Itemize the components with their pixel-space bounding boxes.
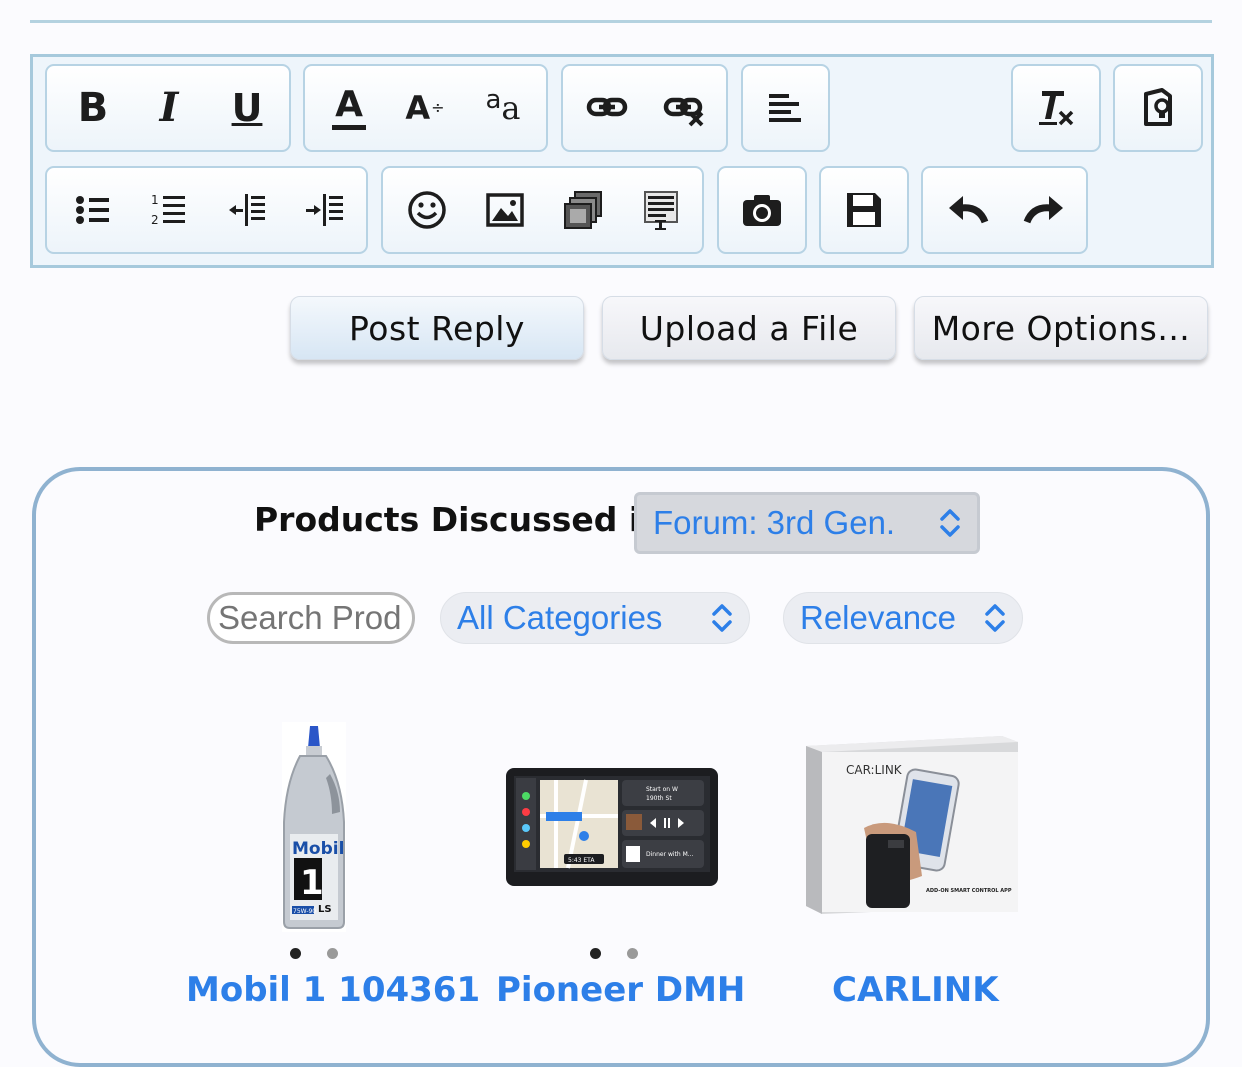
- oil-brand-text: Mobil: [292, 839, 344, 859]
- numbered-list-icon: 1 2: [151, 193, 185, 227]
- oil-viscosity-text: 75W-90: [293, 908, 316, 915]
- products-heading: Products Discussed in: [254, 500, 664, 539]
- smilies-button[interactable]: [397, 180, 457, 240]
- carousel-dot[interactable]: [327, 948, 338, 959]
- save-group: [819, 166, 909, 254]
- outdent-button[interactable]: [217, 180, 277, 240]
- more-options-button[interactable]: More Options...: [914, 296, 1208, 360]
- insert-link-button[interactable]: [577, 78, 637, 138]
- bullet-list-icon: [76, 196, 109, 224]
- smiley-icon: [408, 191, 446, 229]
- carousel-dots: [290, 948, 338, 959]
- camera-icon: [743, 195, 781, 226]
- font-family-button[interactable]: aa: [473, 78, 533, 138]
- nav-direction-text: Start on W: [646, 786, 678, 793]
- toggle-source-button[interactable]: [1128, 78, 1188, 138]
- nav-event-text: Dinner with M...: [646, 851, 694, 858]
- align-left-icon: [769, 94, 801, 122]
- clear-format-group: [1011, 64, 1101, 152]
- numbered-list-button[interactable]: 1 2: [139, 180, 199, 240]
- align-button[interactable]: [755, 78, 815, 138]
- svg-text:1: 1: [151, 193, 159, 207]
- source-group: [1113, 64, 1203, 152]
- product-image-oil-bottle[interactable]: Mobil 1 LS 75W-90: [270, 722, 360, 932]
- italic-button[interactable]: I: [139, 78, 199, 138]
- link-icon: [586, 97, 628, 117]
- link-group: [561, 64, 728, 152]
- post-reply-button[interactable]: Post Reply: [290, 296, 584, 360]
- carlink-tagline-text: ADD-ON SMART CONTROL APP: [926, 888, 1012, 894]
- document-bulb-icon: [1144, 88, 1172, 126]
- svg-text:2: 2: [151, 213, 159, 227]
- insert-text-block-button[interactable]: [631, 180, 691, 240]
- oil-number-text: 1: [300, 863, 324, 903]
- font-size-button[interactable]: A ÷: [395, 78, 455, 138]
- sort-select[interactable]: Relevance: [783, 592, 1023, 644]
- nav-eta-text: 5:43 ETA: [568, 857, 595, 864]
- category-select-value: All Categories: [457, 599, 663, 636]
- bold-button[interactable]: B: [63, 78, 123, 138]
- upload-file-button[interactable]: Upload a File: [602, 296, 896, 360]
- unlink-icon: [663, 97, 704, 127]
- font-color-button[interactable]: A: [319, 78, 379, 138]
- redo-icon: [1023, 196, 1063, 224]
- remove-formatting-button[interactable]: [1026, 78, 1086, 138]
- sort-select-value: Relevance: [800, 599, 956, 636]
- image-icon: [486, 193, 524, 227]
- history-group: [921, 166, 1088, 254]
- list-group: 1 2: [45, 166, 368, 254]
- undo-button[interactable]: [937, 180, 997, 240]
- forum-select-value: Forum: 3rd Gen.: [653, 504, 896, 541]
- insert-image-button[interactable]: [475, 180, 535, 240]
- product-title[interactable]: CARLINK: [832, 970, 999, 1010]
- floppy-disk-icon: [847, 193, 881, 227]
- outdent-icon: [229, 194, 265, 226]
- film-icon: [564, 191, 602, 229]
- top-divider: [30, 20, 1212, 23]
- take-photo-button[interactable]: [732, 180, 792, 240]
- category-select[interactable]: All Categories: [440, 592, 750, 644]
- product-title[interactable]: Mobil 1 104361: [186, 970, 480, 1010]
- align-group: [741, 64, 830, 152]
- chevron-updown-icon: [985, 604, 1005, 632]
- undo-icon: [949, 196, 989, 224]
- remove-link-button[interactable]: [655, 78, 715, 138]
- font-size-arrows-icon: ÷: [431, 98, 445, 117]
- save-draft-button[interactable]: [834, 180, 894, 240]
- product-image-carlink-box[interactable]: CAR:LINK ADD-ON SMART CONTROL APP: [806, 736, 1018, 914]
- underline-button[interactable]: U: [217, 78, 277, 138]
- chevron-updown-icon: [940, 509, 960, 537]
- text-block-icon: [644, 191, 678, 230]
- forum-select[interactable]: Forum: 3rd Gen.: [634, 492, 980, 554]
- insert-media-button[interactable]: [553, 180, 613, 240]
- product-search-input[interactable]: [207, 592, 415, 644]
- carousel-dot-active[interactable]: [590, 948, 601, 959]
- carousel-dot[interactable]: [627, 948, 638, 959]
- nav-street-text: 190th St: [646, 795, 672, 802]
- text-style-group: B I U: [45, 64, 291, 152]
- indent-button[interactable]: [295, 180, 355, 240]
- oil-grade-text: LS: [318, 904, 332, 915]
- redo-button[interactable]: [1015, 180, 1075, 240]
- indent-icon: [306, 194, 343, 226]
- clear-formatting-icon: [1039, 91, 1074, 126]
- chevron-updown-icon: [712, 604, 732, 632]
- camera-group: [717, 166, 807, 254]
- product-title[interactable]: Pioneer DMH: [496, 970, 745, 1010]
- bullet-list-button[interactable]: [63, 180, 123, 240]
- carlink-brand-text: CAR:LINK: [846, 763, 903, 777]
- font-group: A A ÷ aa: [303, 64, 548, 152]
- media-group: [381, 166, 704, 254]
- product-image-head-unit[interactable]: 5:43 ETA Start on W 190th St Dinner with…: [506, 768, 718, 886]
- carousel-dot-active[interactable]: [290, 948, 301, 959]
- carousel-dots: [590, 948, 638, 959]
